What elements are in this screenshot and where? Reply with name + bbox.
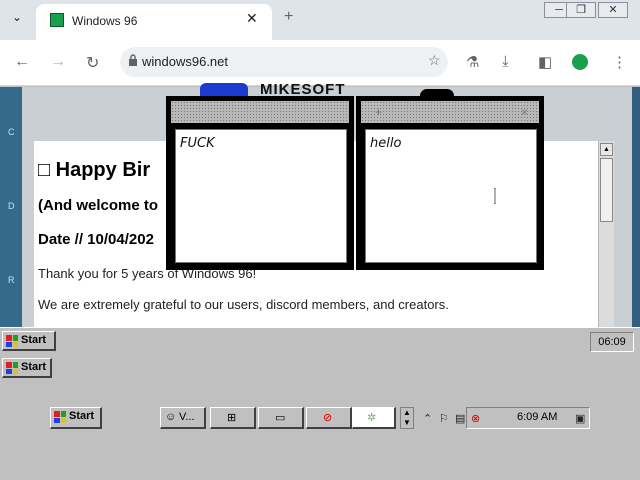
reload-icon[interactable]: ↻ <box>86 53 99 73</box>
text-cursor-icon <box>494 188 496 204</box>
sticky-note-window[interactable]: + × hello <box>356 96 544 270</box>
gears-icon: ✲ <box>367 412 377 424</box>
sticky-note-window[interactable]: FUCK <box>166 96 354 270</box>
windows-logo-icon <box>6 362 18 374</box>
start-label: Start <box>21 334 47 346</box>
article-date: Date // 10/04/202 <box>38 231 154 248</box>
bookmark-star-icon[interactable]: ☆ <box>428 52 441 69</box>
desktop-icon[interactable]: ▣ <box>575 412 585 425</box>
monitor-icon: ▭ <box>275 412 286 424</box>
start-button[interactable]: Start <box>50 407 102 429</box>
volume-muted-icon[interactable]: ⊗ <box>471 412 480 425</box>
browser-toolbar: ← → ↻ windows96.net ☆ ⚗ ⤓ ◧ ⋮ <box>0 40 640 86</box>
article-subheading: (And welcome to <box>38 197 159 214</box>
taskbar-top: Start 06:09 <box>0 327 640 355</box>
new-tab-button[interactable]: + <box>284 8 293 26</box>
task-scroll-arrows-icon[interactable]: ▲ ▼ <box>400 407 414 429</box>
tab-title: Windows 96 <box>72 14 138 28</box>
left-sidebar-strip: C D R <box>0 87 22 327</box>
note-body[interactable]: FUCK <box>175 129 347 263</box>
note-body[interactable]: hello <box>365 129 537 263</box>
article-paragraph: We are extremely grateful to our users, … <box>38 297 449 312</box>
task-button[interactable]: ⊞ <box>210 407 256 429</box>
network-icon: ⊞ <box>227 412 237 424</box>
article-scrollbar[interactable]: ▲ <box>598 141 614 327</box>
side-letter: R <box>8 275 15 285</box>
download-icon[interactable]: ⤓ <box>502 53 509 70</box>
task-button[interactable]: ⊘ <box>306 407 352 429</box>
task-button-active[interactable]: ✲ <box>352 407 396 429</box>
restore-button[interactable]: ❐ <box>566 2 596 18</box>
taskbar-clock: 06:09 <box>590 332 634 352</box>
side-letter: C <box>8 127 15 137</box>
note-text[interactable]: FUCK <box>180 136 215 151</box>
windows-logo-icon <box>6 335 18 347</box>
side-panel-icon[interactable]: ◧ <box>538 53 552 71</box>
browser-tab-strip: ⌄ Windows 96 ✕ + ─ ❐ ✕ <box>0 0 640 40</box>
task-label: V... <box>179 411 195 423</box>
address-bar[interactable]: windows96.net ☆ <box>120 47 448 77</box>
no-entry-icon: ⊘ <box>323 412 333 424</box>
tab-windows96[interactable]: Windows 96 ✕ <box>36 4 272 40</box>
menu-kebab-icon[interactable]: ⋮ <box>612 53 627 71</box>
tab-search-button[interactable]: ⌄ <box>12 10 22 24</box>
scrollbar-thumb[interactable] <box>600 158 613 222</box>
windows96-favicon-icon <box>50 13 64 27</box>
start-button[interactable]: Start <box>2 331 56 351</box>
close-note-button[interactable]: × <box>521 105 528 119</box>
system-tray: ⌃ ⚐ ▤ ⊗ 6:09 AM ▣ <box>423 407 590 429</box>
start-button[interactable]: Start <box>2 358 52 378</box>
side-letter: D <box>8 201 15 211</box>
task-button[interactable]: ☺ V... <box>160 407 206 429</box>
user-icon: ☺ <box>165 411 177 423</box>
close-window-button[interactable]: ✕ <box>598 2 628 18</box>
scroll-up-arrow-icon[interactable]: ▲ <box>600 143 613 156</box>
forward-arrow-icon[interactable]: → <box>50 53 66 71</box>
url-text[interactable]: windows96.net <box>142 54 228 69</box>
tab-close-button[interactable]: ✕ <box>246 10 258 27</box>
note-title-bar[interactable]: + × <box>361 101 539 123</box>
back-arrow-icon[interactable]: ← <box>14 53 30 71</box>
start-label: Start <box>21 361 47 373</box>
lock-icon[interactable] <box>128 54 138 67</box>
note-text[interactable]: hello <box>370 136 401 151</box>
flag-icon[interactable]: ⚐ <box>439 412 449 425</box>
article-heading: □ Happy Bir <box>38 159 151 181</box>
new-note-button[interactable]: + <box>375 105 382 119</box>
taskbar-bottom: Start ☺ V... ⊞ ▭ ⊘ ✲ ▲ ▼ ⌃ ⚐ ▤ ⊗ 6:09 AM … <box>48 405 592 431</box>
computer-icon[interactable]: ▤ <box>455 412 465 425</box>
tray-chevron-icon[interactable]: ⌃ <box>423 412 432 425</box>
profile-avatar-icon[interactable] <box>572 54 588 70</box>
start-label: Start <box>69 410 95 422</box>
note-title-bar[interactable] <box>171 101 349 123</box>
labs-flask-icon[interactable]: ⚗ <box>466 53 479 71</box>
taskbar-clock: 6:09 AM <box>517 411 558 423</box>
windows-logo-icon <box>54 411 66 423</box>
task-button[interactable]: ▭ <box>258 407 304 429</box>
